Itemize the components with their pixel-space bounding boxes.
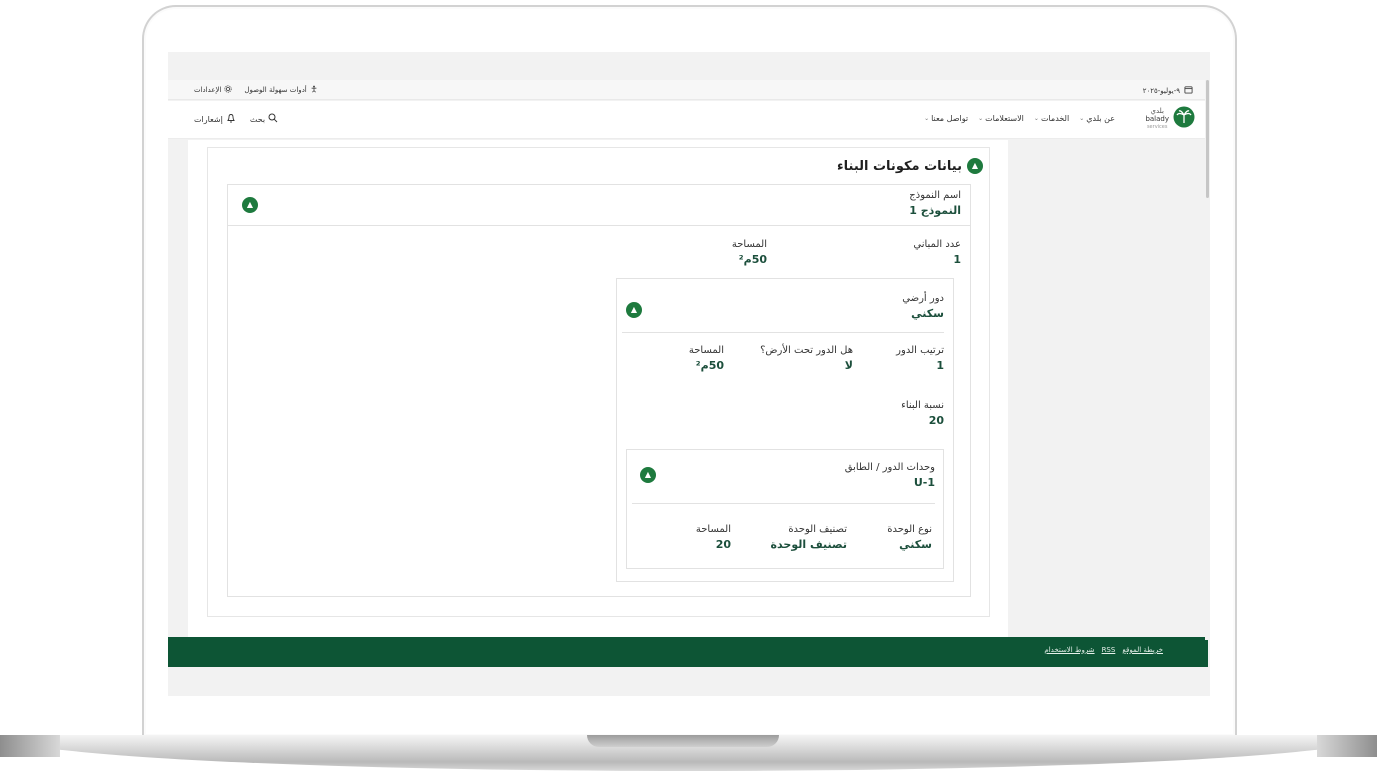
floor-area-field: المساحة 50م² <box>689 344 724 373</box>
accessibility-label: أدوات سهولة الوصول <box>244 86 307 94</box>
nav-menu: عن بلدي ⌄ الخدمات ⌄ الاستعلامات ⌄ تواصل … <box>924 114 1115 123</box>
notifications-button[interactable]: إشعارات <box>194 113 236 125</box>
search-button[interactable]: بحث <box>250 113 278 125</box>
nav-item-label: تواصل معنا <box>931 114 969 123</box>
unit-class-label: تصنيف الوحدة <box>788 524 847 535</box>
model-area-value: 50م² <box>738 253 767 266</box>
logo-arabic: بلدي <box>1150 107 1164 115</box>
unit-type-value: سكني <box>899 538 932 551</box>
utility-bar: ٩-يوليو-٢٠٢٥ أدوات سهولة الوصول الإعدادا… <box>168 80 1205 100</box>
nav-item-inquiries[interactable]: الاستعلامات ⌄ <box>978 114 1024 123</box>
model-name-value: النموذج 1 <box>909 204 961 217</box>
laptop-frame: ٩-يوليو-٢٠٢٥ أدوات سهولة الوصول الإعدادا… <box>0 0 1377 771</box>
laptop-notch <box>587 735 779 747</box>
date-text: ٩-يوليو-٢٠٢٥ <box>1142 86 1180 95</box>
underground-field: هل الدور تحت الأرض؟ لا <box>760 344 853 373</box>
unit-card-header[interactable]: وحدات الدور / الطابق U-1 ▲ <box>632 450 935 504</box>
nav-item-label: الخدمات <box>1040 114 1070 123</box>
gear-icon <box>224 85 232 95</box>
floor-order-value: 1 <box>936 359 944 372</box>
building-ratio-field: نسبة البناء 20 <box>901 399 944 428</box>
search-icon <box>268 113 278 125</box>
logo-subtitle: services <box>1146 124 1168 130</box>
chevron-down-icon: ⌄ <box>1033 115 1039 122</box>
model-area-field: المساحة 50م² <box>732 238 767 267</box>
laptop-base-edge-right <box>1317 735 1377 757</box>
footer-link-terms[interactable]: شروط الاستخدام <box>1044 646 1094 654</box>
balady-logo[interactable]: بلدي balady services <box>1145 106 1195 132</box>
section-header[interactable]: ▲ بيانات مكونات البناء <box>837 158 983 174</box>
nav-item-contact[interactable]: تواصل معنا ⌄ <box>924 114 968 123</box>
utility-tools: أدوات سهولة الوصول الإعدادات <box>194 85 318 95</box>
footer-link-sitemap[interactable]: خريطة الموقع <box>1122 646 1163 654</box>
buildings-count-label: عدد المباني <box>913 239 961 250</box>
chevron-down-icon: ⌄ <box>978 115 984 122</box>
accessibility-icon <box>310 85 318 95</box>
floor-card-header[interactable]: دور أرضي سكني ▲ <box>622 279 944 333</box>
collapse-icon[interactable]: ▲ <box>640 467 656 483</box>
floor-units-field: وحدات الدور / الطابق U-1 <box>845 461 935 490</box>
unit-type-field: نوع الوحدة سكني <box>887 523 932 552</box>
underground-label: هل الدور تحت الأرض؟ <box>760 345 853 356</box>
unit-area-label: المساحة <box>695 524 731 535</box>
unit-class-value: تصنيف الوحدة <box>770 538 847 551</box>
building-ratio-value: 20 <box>928 414 944 427</box>
unit-class-field: تصنيف الوحدة تصنيف الوحدة <box>771 523 847 552</box>
collapse-icon[interactable]: ▲ <box>967 158 983 174</box>
notifications-label: إشعارات <box>194 114 223 124</box>
scrollbar-thumb[interactable] <box>1206 80 1209 198</box>
building-ratio-label: نسبة البناء <box>901 400 944 411</box>
browser-viewport: ٩-يوليو-٢٠٢٥ أدوات سهولة الوصول الإعدادا… <box>168 52 1210 696</box>
settings-link[interactable]: الإعدادات <box>194 85 232 95</box>
floor-units-value: U-1 <box>913 476 935 489</box>
floor-units-label: وحدات الدور / الطابق <box>844 462 935 473</box>
chevron-down-icon: ⌄ <box>924 115 930 122</box>
floor-type-field: دور أرضي سكني <box>902 292 944 321</box>
model-name-field: اسم النموذج النموذج 1 <box>909 189 961 218</box>
buildings-count-field: عدد المباني 1 <box>913 238 961 267</box>
laptop-base-edge-left <box>0 735 60 757</box>
nav-item-label: الاستعلامات <box>985 114 1024 123</box>
floor-order-label: ترتيب الدور <box>896 345 944 356</box>
palm-logo-icon <box>1173 106 1195 132</box>
nav-item-services[interactable]: الخدمات ⌄ <box>1034 114 1069 123</box>
building-components-section: ▲ بيانات مكونات البناء اسم النموذج النمو… <box>207 147 990 617</box>
unit-type-label: نوع الوحدة <box>887 524 932 535</box>
nav-actions: بحث إشعارات <box>194 113 278 125</box>
settings-label: الإعدادات <box>194 86 222 94</box>
floor-type-label: دور أرضي <box>902 293 944 304</box>
logo-english: balady <box>1145 115 1169 123</box>
unit-card: وحدات الدور / الطابق U-1 ▲ نوع الوحدة سك… <box>626 449 944 569</box>
nav-item-about[interactable]: عن بلدي ⌄ <box>1079 114 1115 123</box>
footer-link-rss[interactable]: RSS <box>1102 646 1116 654</box>
underground-value: لا <box>844 359 853 372</box>
collapse-icon[interactable]: ▲ <box>242 197 258 213</box>
footer-links: خريطة الموقع RSS شروط الاستخدام <box>1044 646 1163 654</box>
model-card: اسم النموذج النموذج 1 ▲ عدد المباني 1 ال… <box>227 184 971 597</box>
accessibility-tools-link[interactable]: أدوات سهولة الوصول <box>244 85 317 95</box>
main-navbar: بلدي balady services عن بلدي ⌄ الخدمات ⌄… <box>168 101 1205 139</box>
nav-item-label: عن بلدي <box>1086 114 1115 123</box>
floor-area-value: 50م² <box>695 359 724 372</box>
buildings-count-value: 1 <box>953 253 961 266</box>
model-area-label: المساحة <box>731 239 767 250</box>
model-name-label: اسم النموذج <box>909 190 961 201</box>
chevron-down-icon: ⌄ <box>1079 115 1085 122</box>
calendar-icon <box>1184 85 1193 96</box>
unit-area-value: 20 <box>715 538 731 551</box>
site-footer: خريطة الموقع RSS شروط الاستخدام <box>168 637 1208 667</box>
floor-type-value: سكني <box>911 307 944 320</box>
model-card-header[interactable]: اسم النموذج النموذج 1 ▲ <box>228 185 970 226</box>
collapse-icon[interactable]: ▲ <box>626 302 642 318</box>
bell-icon <box>226 113 236 125</box>
floor-order-field: ترتيب الدور 1 <box>896 344 944 373</box>
logo-text: بلدي balady services <box>1145 107 1169 131</box>
section-title: بيانات مكونات البناء <box>836 158 962 174</box>
floor-area-label: المساحة <box>688 345 724 356</box>
main-content: ▲ بيانات مكونات البناء اسم النموذج النمو… <box>188 140 1008 640</box>
date-display: ٩-يوليو-٢٠٢٥ <box>1143 85 1193 96</box>
search-label: بحث <box>249 114 266 124</box>
floor-card: دور أرضي سكني ▲ ترتيب الدور 1 هل الدور ت… <box>616 278 954 582</box>
unit-area-field: المساحة 20 <box>696 523 731 552</box>
